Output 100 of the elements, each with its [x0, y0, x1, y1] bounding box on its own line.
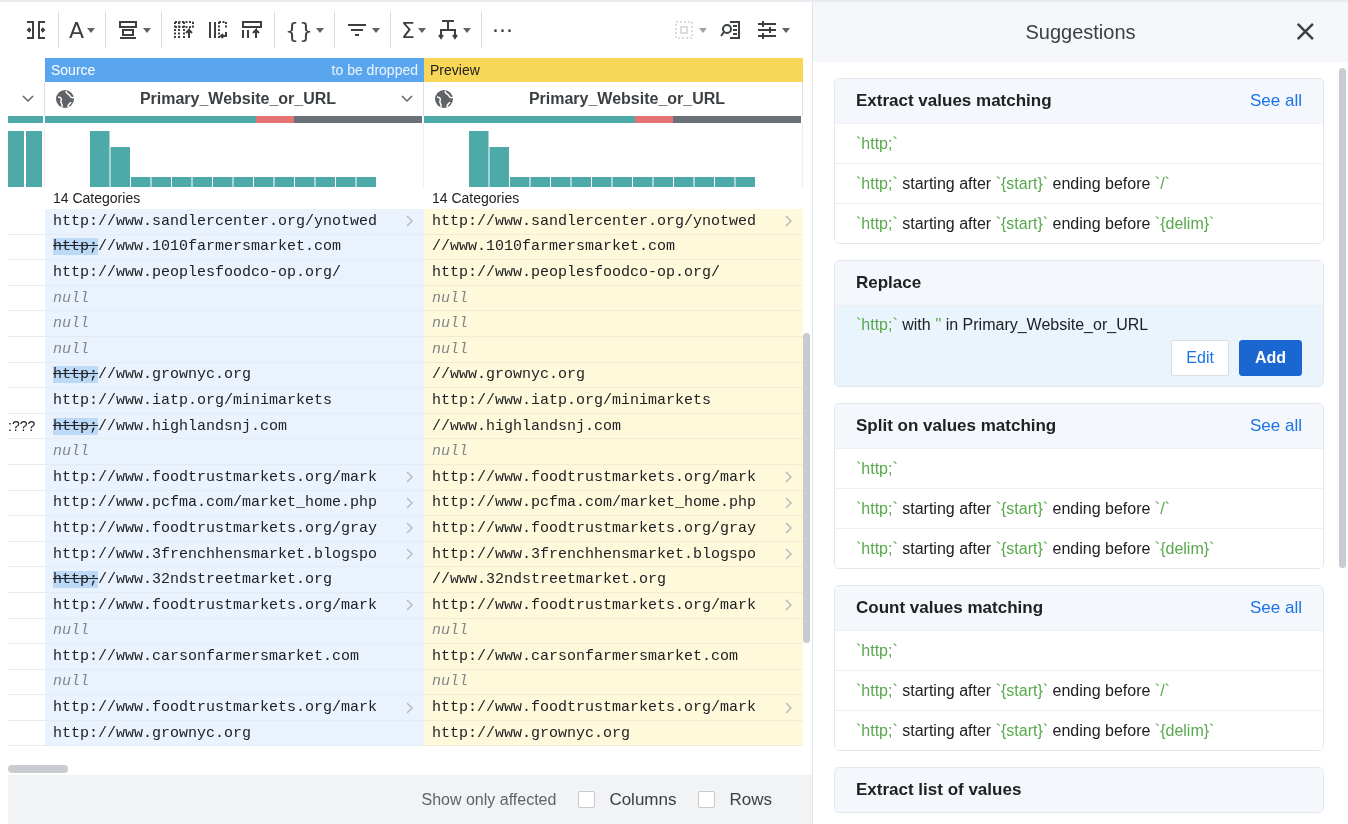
table-cell: //www.grownyc.org — [424, 362, 803, 389]
caret-icon — [87, 27, 96, 33]
table-cell: http://www.iatp.org/minimarkets — [45, 388, 424, 414]
card-title: Count values matching — [856, 598, 1044, 618]
filter-label: Show only affected — [421, 790, 557, 809]
table-cell: null — [45, 618, 424, 645]
histogram-bar — [295, 177, 315, 187]
histogram-bar — [571, 177, 591, 187]
card-title: Split on values matching — [856, 416, 1057, 436]
toolbar-button[interactable]: {} — [283, 14, 327, 46]
table-cell: http;//www.grownyc.org — [45, 362, 424, 389]
caret-icon — [462, 27, 471, 33]
checkbox[interactable] — [578, 791, 596, 808]
chevron-right-icon — [406, 599, 414, 612]
histogram-bar — [233, 177, 253, 187]
scrollbar[interactable] — [8, 765, 68, 773]
table-cell: //www.32ndstreetmarket.org — [424, 567, 803, 593]
suggestion-item[interactable]: `http;` starting after `{start}` ending before `{delim}` — [835, 528, 1323, 568]
histogram-bar — [315, 177, 335, 187]
table-cell: null — [45, 336, 424, 363]
scrollbar[interactable] — [1338, 68, 1346, 568]
globe-icon — [55, 89, 75, 109]
table-cell: //www.1010farmersmarket.com — [424, 234, 803, 261]
suggestion-text: `http;` — [856, 641, 898, 659]
caret-icon — [782, 27, 790, 33]
histogram-bar — [356, 177, 376, 187]
table-cell: //www.highlandsnj.com — [424, 413, 803, 440]
histogram-bar — [213, 177, 233, 187]
card-title: Extract list of values — [856, 780, 1022, 800]
chevron-right-icon — [785, 496, 793, 509]
histogram-bar — [26, 131, 42, 187]
category-count: 14 Categories — [431, 189, 521, 208]
histogram-bar — [694, 177, 714, 187]
chevron-down-icon — [22, 95, 34, 103]
columns-arrows-icon — [24, 18, 48, 42]
suggestion-text: `http;` with '' in Primary_Website_or_URL — [856, 316, 1149, 333]
chevron-right-icon — [785, 548, 793, 560]
search-list-icon — [719, 18, 743, 42]
histogram-bar — [633, 177, 653, 187]
histogram-bar — [592, 177, 612, 187]
action-button[interactable]: Edit — [1171, 340, 1229, 376]
toolbar-button[interactable]: ··· — [489, 14, 515, 46]
category-count: 14 Categories — [52, 189, 142, 208]
band-label: Preview — [430, 62, 480, 78]
histogram-bar — [653, 177, 673, 187]
caret-icon — [417, 27, 426, 33]
histogram-bar — [735, 177, 755, 187]
globe-icon — [434, 89, 454, 109]
suggestion-item[interactable]: `http;` starting after `{start}` ending before `{delim}` — [835, 203, 1323, 243]
suggestion-text: `http;` starting after `{start}` ending before `{delim}` — [856, 539, 1215, 557]
table-cell: http://www.foodtrustmarkets.org/mark — [45, 464, 424, 491]
table-cell: null — [45, 311, 424, 337]
histogram-bar — [172, 177, 192, 187]
suggestion-item[interactable]: `http;` with '' in Primary_Website_or_URL Edit Add — [835, 305, 1323, 386]
table-cell: http://www.foodtrustmarkets.org/mark — [45, 695, 424, 721]
table-cell: http://www.sandlercenter.org/ynotwed — [424, 209, 803, 235]
suggestion-item[interactable]: `http;` starting after `{start}` ending before `{delim}` — [835, 710, 1323, 750]
caret-icon — [699, 27, 707, 33]
histogram-bar — [274, 177, 294, 187]
toolbar-button[interactable]: A — [67, 14, 98, 46]
table-cell: http://www.pcfma.com/market_home.php — [45, 490, 424, 517]
table-cell: http;//www.1010farmersmarket.com — [45, 234, 424, 261]
table-cell: http;//www.32ndstreetmarket.org — [45, 567, 424, 593]
table-cell: http://www.carsonfarmersmarket.com — [424, 644, 803, 670]
column-name: Primary_Website_or_URL — [138, 90, 338, 108]
checkbox[interactable] — [698, 791, 716, 808]
table-cell: http://www.foodtrustmarkets.org/mark — [45, 592, 424, 619]
see-all-link[interactable]: See all — [1250, 416, 1302, 436]
histogram-bar — [551, 177, 571, 187]
table-cell: http://www.grownyc.org — [424, 720, 803, 747]
table-cell: http://www.foodtrustmarkets.org/gray — [45, 516, 424, 542]
histogram-bar — [8, 131, 24, 187]
sliders-icon — [755, 18, 779, 42]
histogram-bar — [612, 177, 632, 187]
chevron-right-icon — [406, 522, 414, 535]
histogram-bar — [192, 177, 212, 187]
table-cell: null — [45, 439, 424, 465]
data-quality-bar — [8, 116, 43, 123]
table-cell: http://www.grownyc.org — [45, 720, 424, 747]
merge-arrows-icon — [435, 18, 460, 42]
chevron-right-icon — [785, 599, 793, 612]
histogram-bar — [254, 177, 274, 187]
chevron-right-icon — [406, 701, 414, 714]
action-button[interactable]: Add — [1238, 340, 1302, 376]
chevron-down-icon — [401, 95, 413, 103]
close-button[interactable]: × — [1288, 16, 1322, 46]
column-name: Primary_Website_or_URL — [527, 90, 727, 108]
toolbar-button[interactable]: Σ — [399, 14, 428, 46]
table-cell: null — [424, 336, 803, 363]
see-all-link[interactable]: See all — [1250, 91, 1302, 111]
histogram-bar — [336, 177, 356, 187]
panel-title: Suggestions — [1025, 20, 1136, 44]
see-all-link[interactable]: See all — [1250, 598, 1302, 618]
caret-icon — [143, 27, 152, 33]
table-cell: http://www.foodtrustmarkets.org/mark — [424, 464, 803, 491]
chevron-right-icon — [406, 215, 414, 228]
histogram-bar — [530, 177, 550, 187]
table-cell: http://www.3frenchhensmarket.blogspo — [45, 541, 424, 568]
histogram-bar — [151, 177, 171, 187]
scrollbar[interactable] — [803, 332, 810, 643]
